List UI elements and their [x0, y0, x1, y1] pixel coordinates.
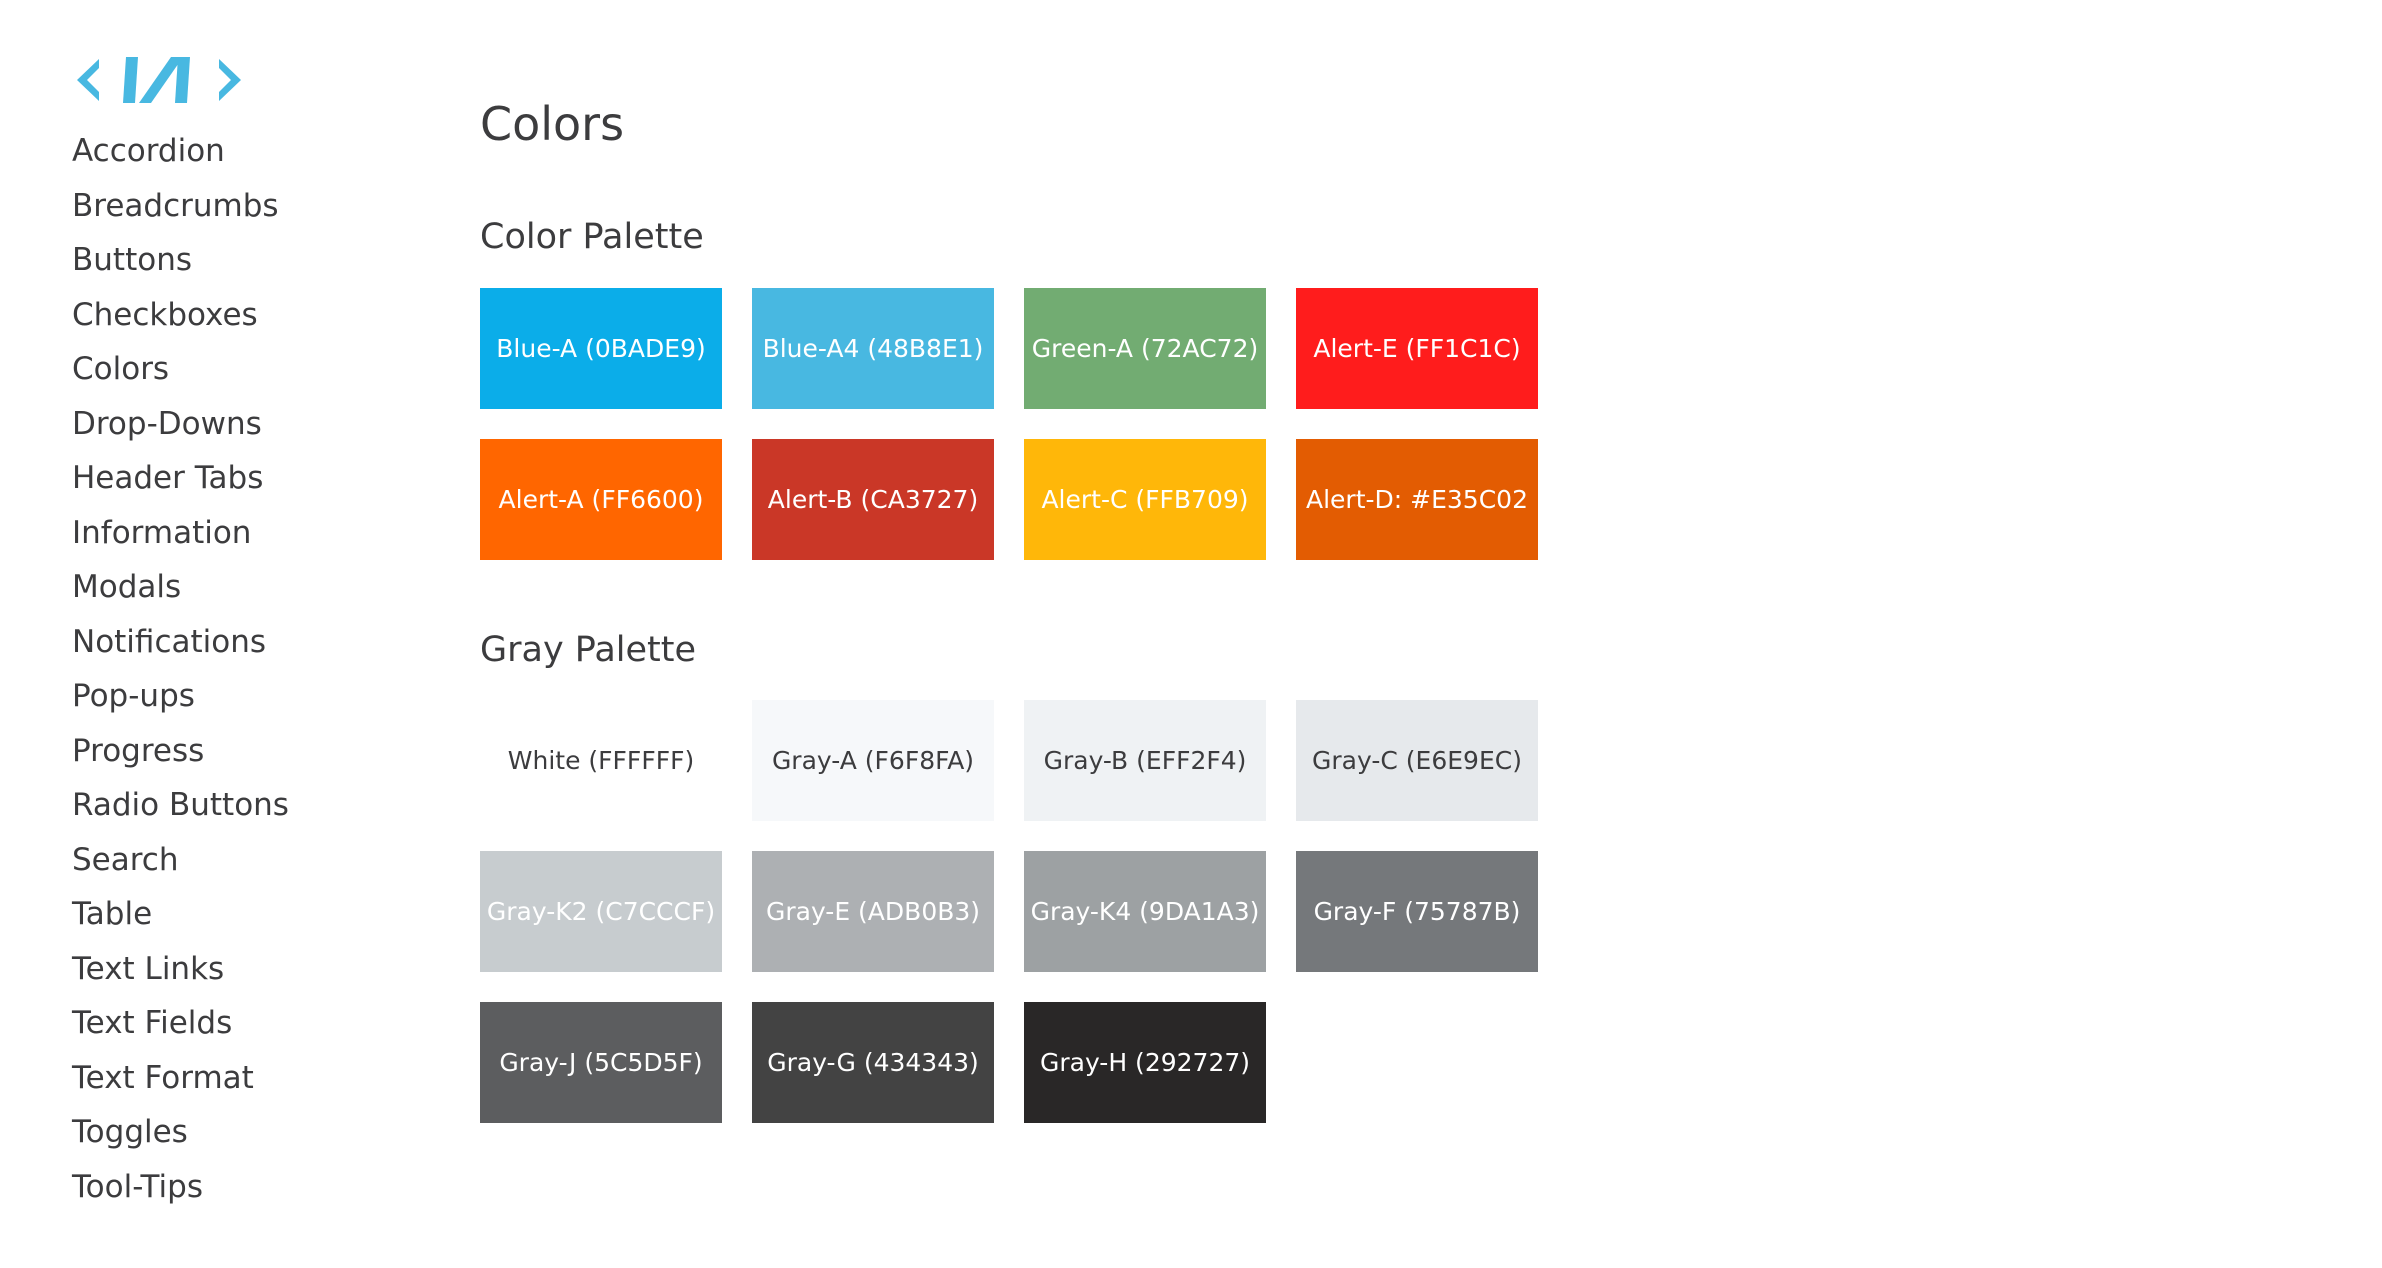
sidebar-item-modals[interactable]: Modals: [72, 560, 372, 615]
sidebar-item-toggles[interactable]: Toggles: [72, 1105, 372, 1160]
gray-swatch-gray-h: Gray-H (292727): [1024, 1002, 1266, 1123]
gray-palette-grid: White (FFFFFF) Gray-A (F6F8FA) Gray-B (E…: [480, 700, 1538, 1123]
sidebar-item-drop-downs[interactable]: Drop-Downs: [72, 397, 372, 452]
sidebar-item-text-format[interactable]: Text Format: [72, 1051, 372, 1106]
gray-swatch-gray-a: Gray-A (F6F8FA): [752, 700, 994, 821]
sidebar-item-table[interactable]: Table: [72, 887, 372, 942]
sidebar-item-text-fields[interactable]: Text Fields: [72, 996, 372, 1051]
color-swatch-alert-a: Alert-A (FF6600): [480, 439, 722, 560]
color-swatch-alert-c: Alert-C (FFB709): [1024, 439, 1266, 560]
sidebar-item-accordion[interactable]: Accordion: [72, 124, 372, 179]
sidebar-item-checkboxes[interactable]: Checkboxes: [72, 288, 372, 343]
sidebar-item-header-tabs[interactable]: Header Tabs: [72, 451, 372, 506]
color-palette-heading: Color Palette: [480, 217, 704, 257]
sidebar-item-breadcrumbs[interactable]: Breadcrumbs: [72, 179, 372, 234]
va-logo-icon[interactable]: [73, 53, 245, 107]
color-swatch-alert-b: Alert-B (CA3727): [752, 439, 994, 560]
sidebar-item-pop-ups[interactable]: Pop-ups: [72, 669, 372, 724]
gray-swatch-gray-f: Gray-F (75787B): [1296, 851, 1538, 972]
gray-palette-heading: Gray Palette: [480, 630, 697, 670]
gray-swatch-gray-c: Gray-C (E6E9EC): [1296, 700, 1538, 821]
sidebar-item-colors[interactable]: Colors: [72, 342, 372, 397]
sidebar-item-tool-tips[interactable]: Tool-Tips: [72, 1160, 372, 1215]
color-swatch-alert-d: Alert-D: #E35C02: [1296, 439, 1538, 560]
sidebar-item-buttons[interactable]: Buttons: [72, 233, 372, 288]
sidebar-item-progress[interactable]: Progress: [72, 724, 372, 779]
color-swatch-green-a: Green-A (72AC72): [1024, 288, 1266, 409]
color-palette-grid: Blue-A (0BADE9) Blue-A4 (48B8E1) Green-A…: [480, 288, 1538, 560]
color-swatch-blue-a: Blue-A (0BADE9): [480, 288, 722, 409]
gray-swatch-gray-e: Gray-E (ADB0B3): [752, 851, 994, 972]
gray-swatch-gray-k2: Gray-K2 (C7CCCF): [480, 851, 722, 972]
gray-swatch-gray-k4: Gray-K4 (9DA1A3): [1024, 851, 1266, 972]
color-swatch-blue-a4: Blue-A4 (48B8E1): [752, 288, 994, 409]
sidebar-item-search[interactable]: Search: [72, 833, 372, 888]
sidebar-nav: Accordion Breadcrumbs Buttons Checkboxes…: [72, 124, 372, 1214]
color-swatch-alert-e: Alert-E (FF1C1C): [1296, 288, 1538, 409]
sidebar-item-radio-buttons[interactable]: Radio Buttons: [72, 778, 372, 833]
gray-swatch-gray-b: Gray-B (EFF2F4): [1024, 700, 1266, 821]
sidebar-item-notifications[interactable]: Notifications: [72, 615, 372, 670]
gray-swatch-gray-j: Gray-J (5C5D5F): [480, 1002, 722, 1123]
sidebar-item-information[interactable]: Information: [72, 506, 372, 561]
page-title: Colors: [480, 97, 625, 151]
gray-swatch-white: White (FFFFFF): [480, 700, 722, 821]
sidebar-item-text-links[interactable]: Text Links: [72, 942, 372, 997]
gray-swatch-gray-g: Gray-G (434343): [752, 1002, 994, 1123]
